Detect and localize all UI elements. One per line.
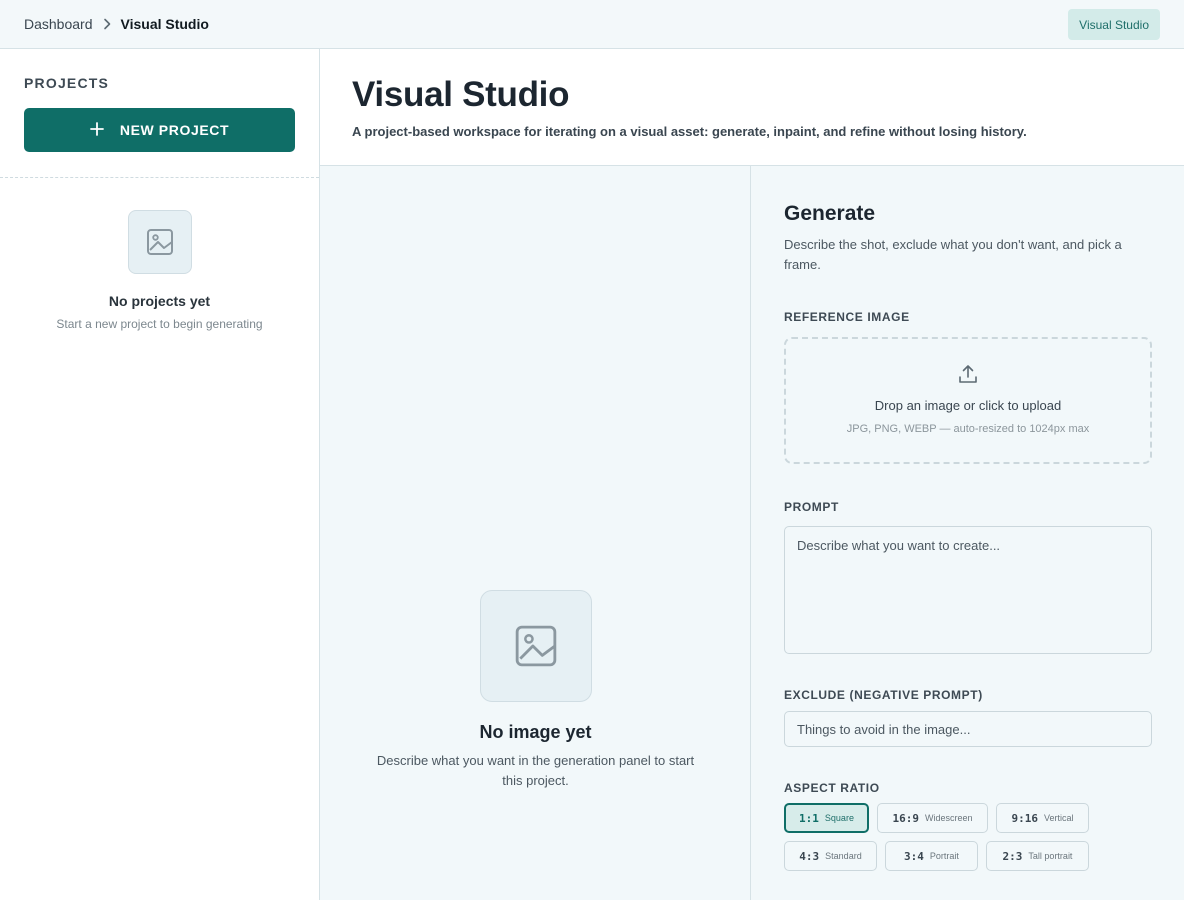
ratio-option-2-3[interactable]: 2:3 Tall portrait [986, 841, 1089, 871]
sidebar-title: PROJECTS [24, 75, 110, 91]
ratio-name: Tall portrait [1028, 851, 1073, 861]
top-bar: Dashboard Visual Studio Visual Studio [0, 0, 1184, 49]
canvas-area: No image yet Describe what you want in t… [320, 166, 751, 900]
page-title: Visual Studio [352, 75, 570, 114]
ratio-name: Portrait [929, 851, 959, 861]
generate-description: Describe the shot, exclude what you don'… [784, 237, 1122, 272]
ratio-code: 2:3 [1002, 849, 1023, 863]
ratio-name: Widescreen [924, 813, 973, 823]
aspect-ratio-row: 1:1 Square 16:9 Widescreen 9:16 Vertical [784, 803, 1152, 833]
upload-hint: JPG, PNG, WEBP — auto-resized to 1024px … [846, 423, 1090, 435]
main-header: Visual Studio A project-based workspace … [320, 49, 1184, 166]
new-project-label: NEW PROJECT [119, 122, 230, 138]
empty-projects-subtitle: Start a new project to begin generating [56, 317, 263, 331]
reference-upload-dropzone[interactable]: Drop an image or click to upload JPG, PN… [784, 337, 1152, 464]
breadcrumb-current: Visual Studio [120, 16, 209, 32]
prompt-label: PROMPT [784, 500, 839, 514]
image-icon [479, 590, 592, 702]
reference-image-label: REFERENCE IMAGE [784, 310, 910, 324]
ratio-option-4-3[interactable]: 4:3 Standard [784, 841, 877, 871]
ratio-name: Square [824, 813, 854, 823]
empty-projects: No projects yet Start a new project to b… [0, 178, 319, 331]
ratio-code: 1:1 [799, 811, 819, 825]
negative-prompt-input[interactable]: Things to avoid in the image... [784, 711, 1152, 747]
plus-icon [89, 121, 104, 139]
ratio-option-9-16[interactable]: 9:16 Vertical [996, 803, 1089, 833]
prompt-textarea[interactable]: Describe what you want to create... [784, 526, 1152, 654]
upload-text: Drop an image or click to upload [874, 398, 1062, 413]
sidebar: PROJECTS NEW PROJECT No projects yet Sta… [0, 49, 320, 900]
canvas-empty-title: No image yet [479, 722, 592, 742]
upload-icon [786, 363, 1150, 390]
ratio-option-1-1[interactable]: 1:1 Square [784, 803, 869, 833]
chevron-right-icon [103, 18, 111, 30]
aspect-ratio-row: 4:3 Standard 3:4 Portrait 2:3 Tall portr… [784, 841, 1152, 871]
canvas-empty-state: No image yet Describe what you want in t… [320, 590, 751, 791]
ratio-code: 3:4 [904, 849, 924, 863]
ratio-code: 16:9 [892, 811, 919, 825]
empty-projects-title: No projects yet [108, 293, 211, 309]
new-project-button[interactable]: NEW PROJECT [24, 108, 295, 152]
page-subtitle: A project-based workspace for iterating … [352, 124, 1027, 139]
generate-title: Generate [784, 202, 876, 225]
sidebar-header: PROJECTS NEW PROJECT [0, 49, 319, 178]
breadcrumb-dashboard[interactable]: Dashboard [24, 16, 93, 32]
ratio-code: 9:16 [1011, 811, 1038, 825]
top-badge: Visual Studio [1068, 9, 1160, 40]
generate-panel: Generate Describe the shot, exclude what… [752, 166, 1184, 900]
aspect-ratio-label: ASPECT RATIO [784, 781, 880, 795]
ratio-name: Standard [825, 851, 862, 861]
image-icon [127, 210, 192, 274]
ratio-code: 4:3 [799, 849, 820, 863]
ratio-name: Vertical [1043, 813, 1074, 823]
exclude-label: EXCLUDE (NEGATIVE PROMPT) [784, 688, 983, 702]
ratio-option-16-9[interactable]: 16:9 Widescreen [877, 803, 988, 833]
canvas-empty-subtitle: Describe what you want in the generation… [376, 753, 695, 788]
ratio-option-3-4[interactable]: 3:4 Portrait [885, 841, 978, 871]
